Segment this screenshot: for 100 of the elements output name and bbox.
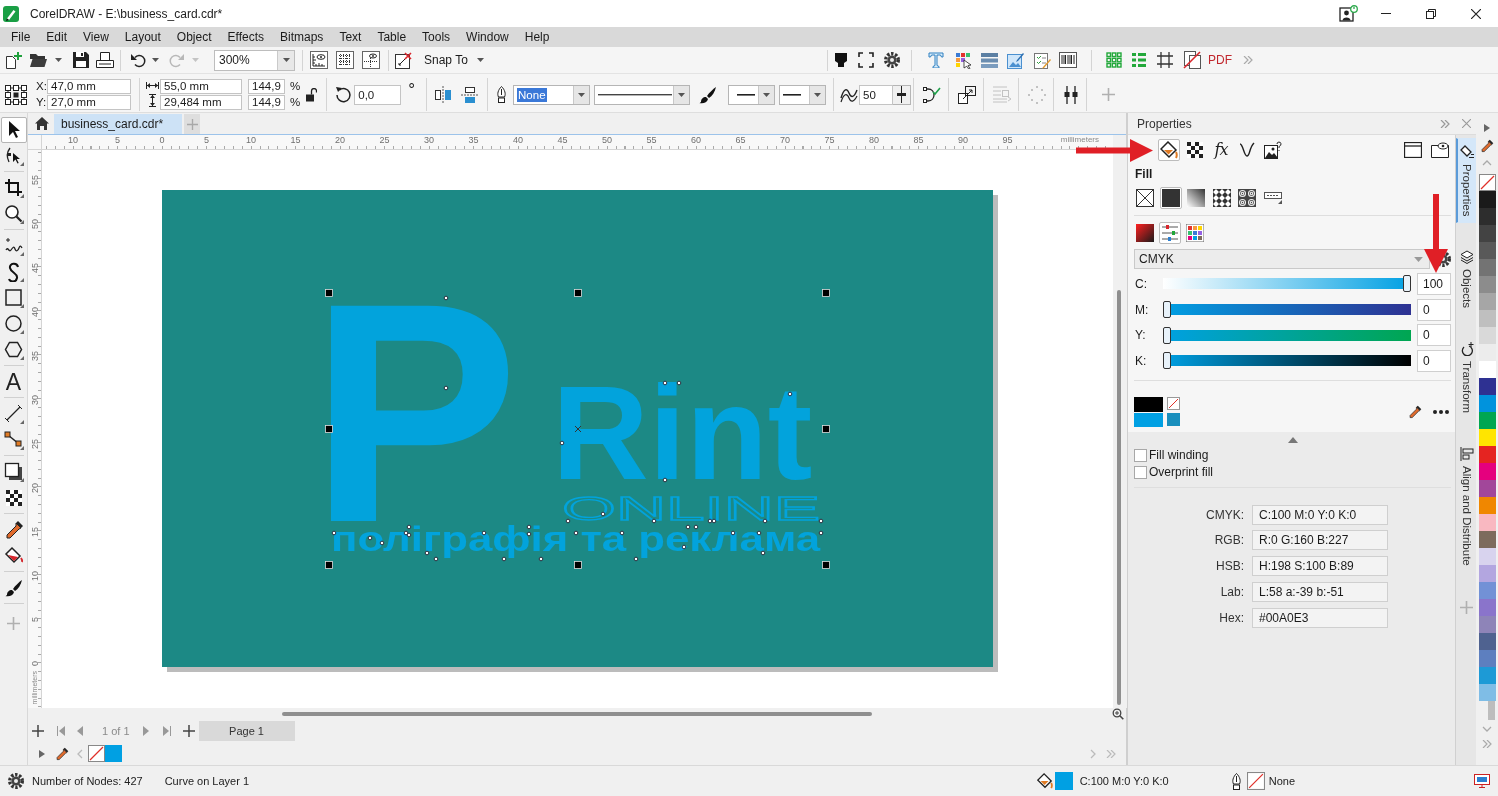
resize-icon[interactable] [958,85,977,104]
full-screen-icon[interactable] [858,52,874,68]
eyedropper-icon[interactable] [1480,139,1494,153]
folder-icon[interactable] [30,53,47,67]
new-document-icon[interactable] [5,51,22,69]
fill-type-button[interactable] [1134,187,1156,209]
color-swatch[interactable] [1478,293,1496,310]
menu-item[interactable]: Tools [414,27,459,47]
docker-tab[interactable]: Align and Distribute [1456,440,1476,574]
color-view-button[interactable] [1134,222,1156,244]
docker-tab[interactable]: Objects [1456,243,1476,316]
no-color-swatch[interactable] [1167,396,1180,410]
menu-item[interactable]: Layout [116,27,169,47]
color-swatch[interactable] [1478,327,1496,344]
value-field[interactable]: 0 [1417,298,1451,321]
color-swatch[interactable] [1167,412,1180,426]
color-swatch[interactable] [1478,412,1496,429]
color-cursor-icon[interactable] [955,51,972,69]
stacked-bars-icon[interactable] [981,52,998,68]
ruler-icon[interactable] [310,51,328,69]
snap-off-icon[interactable] [395,51,412,69]
color-swatch[interactable] [1478,480,1496,497]
x-position-field[interactable]: 47,0 mm [47,79,131,94]
outline-width-dropdown[interactable]: None [513,84,591,105]
collapse-caret-icon[interactable] [1287,436,1298,443]
printer-icon[interactable] [96,52,114,68]
menu-item[interactable]: File [3,27,39,47]
slider-toggle-button[interactable] [893,84,912,105]
color-swatch[interactable] [1478,395,1496,412]
menu-item[interactable]: Table [369,27,415,47]
panel-tab[interactable] [1262,139,1284,161]
settings-icon[interactable] [8,773,24,789]
caret-icon[interactable] [152,58,159,62]
color-swatch[interactable] [1478,429,1496,446]
slider-thumb[interactable] [1163,326,1171,344]
smoothing-field[interactable]: 50 [859,84,894,105]
fill-type-button[interactable] [1159,187,1182,209]
scale-field[interactable]: 144,9 [248,95,285,110]
slider-thumb[interactable] [1163,301,1171,319]
settings-icon[interactable] [884,52,900,68]
color-swatch[interactable] [1134,412,1163,427]
color-swatch[interactable] [1478,225,1496,242]
color-swatch[interactable] [1478,684,1496,701]
page-view-button[interactable] [1429,139,1451,161]
menu-item[interactable]: Window [458,27,517,47]
expand-triangle-icon[interactable] [1484,124,1490,132]
checkbox[interactable] [1134,465,1147,479]
end-arrowhead-dropdown[interactable] [779,84,827,105]
slider-track[interactable] [1163,326,1411,344]
fill-color-swatch[interactable] [1054,772,1073,790]
color-swatch[interactable] [1478,497,1496,514]
no-color-swatch[interactable] [1246,772,1265,790]
pdf-button[interactable]: PDF [1208,53,1232,67]
effects-tab[interactable]: fx [1210,139,1232,161]
color-swatch[interactable] [1478,650,1496,667]
color-value-field[interactable]: #00A0E3 [1252,607,1388,628]
color-swatch[interactable] [1478,259,1496,276]
value-field[interactable]: 100 [1417,272,1451,295]
color-view-button[interactable] [1184,222,1206,244]
crossed-pages-icon[interactable] [1183,51,1201,69]
color-swatch[interactable] [1478,531,1496,548]
menu-item[interactable]: Effects [219,27,272,47]
color-swatch[interactable] [1478,565,1496,582]
fill-type-button[interactable] [1236,187,1258,209]
color-swatch[interactable] [1478,191,1496,208]
color-swatch[interactable] [1478,310,1496,327]
height-field[interactable]: 29,484 mm [160,95,242,110]
color-swatch[interactable] [1478,276,1496,293]
no-color-swatch[interactable] [1478,174,1496,191]
curve-check-icon[interactable] [923,85,942,104]
scrollbar-thumb[interactable] [1487,701,1495,720]
plus-icon[interactable] [32,725,44,737]
docker-tab[interactable]: Properties [1456,138,1476,224]
rotation-field[interactable]: 0,0 [354,84,402,105]
color-view-button[interactable] [1159,222,1181,244]
no-color-swatch[interactable] [88,745,105,762]
grid-icon[interactable] [336,51,354,69]
color-value-field[interactable]: C:100 M:0 Y:0 K:0 [1252,504,1388,525]
color-swatch[interactable] [1478,582,1496,599]
color-swatch[interactable] [1478,208,1496,225]
color-value-field[interactable]: R:0 G:160 B:227 [1252,530,1388,551]
color-swatch[interactable] [1478,667,1496,684]
color-swatch[interactable] [105,745,122,762]
page-tab[interactable]: Page 1 [198,721,295,741]
slider-thumb[interactable] [1163,352,1171,370]
color-swatch[interactable] [1478,514,1496,531]
menu-item[interactable]: Text [331,27,370,47]
color-swatch[interactable] [1478,242,1496,259]
value-field[interactable]: 0 [1417,324,1451,347]
mirror-vertical-icon[interactable] [461,85,480,104]
color-value-field[interactable]: L:58 a:-39 b:-51 [1252,581,1388,602]
brush-icon[interactable] [699,85,718,104]
barcode-icon[interactable] [1059,52,1077,68]
y-position-field[interactable]: 27,0 mm [47,95,131,110]
document-tab[interactable]: business_card.cdr* [54,114,183,134]
color-swatch[interactable] [1478,616,1496,633]
eyedropper-icon[interactable] [55,746,69,761]
padlock-icon[interactable] [306,87,318,102]
fill-type-button[interactable] [1210,187,1233,209]
color-swatch[interactable] [1478,633,1496,650]
